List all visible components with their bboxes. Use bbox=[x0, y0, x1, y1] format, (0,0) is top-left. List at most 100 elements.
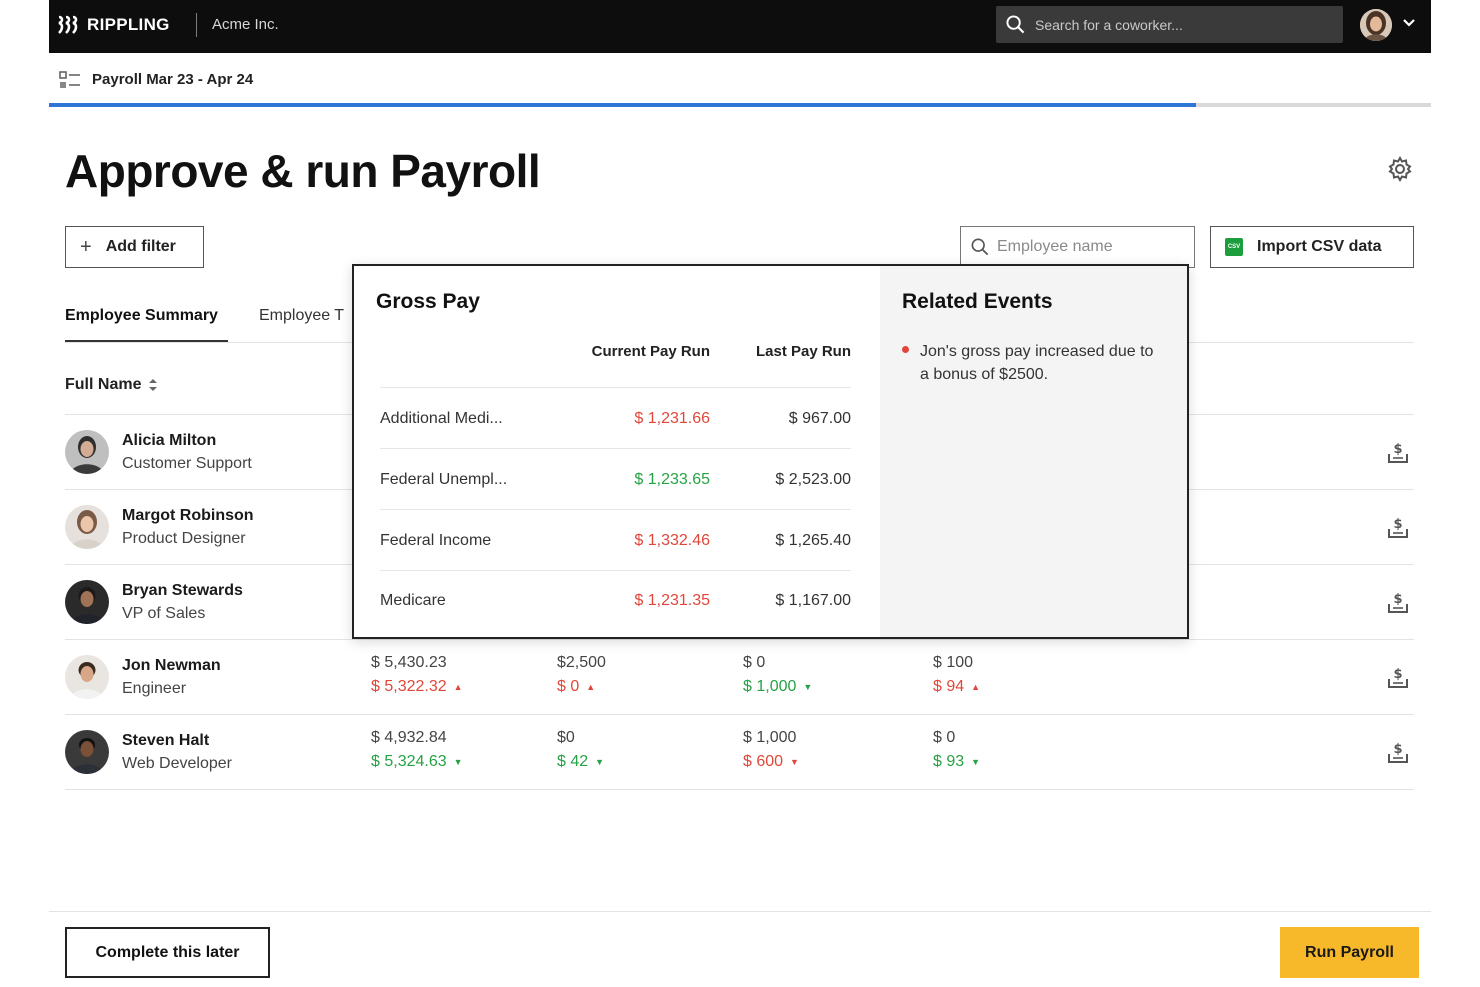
table-row[interactable]: Steven Halt Web Developer $ 4,932.84 $ 5… bbox=[65, 715, 1414, 790]
avatar bbox=[65, 580, 109, 624]
user-avatar[interactable] bbox=[1360, 9, 1392, 41]
current-amount: $ 600 bbox=[743, 753, 784, 770]
avatar bbox=[65, 730, 109, 774]
last-pay-value: $ 967.00 bbox=[788, 410, 851, 427]
current-pay-value: $ 1,233.65 bbox=[634, 471, 710, 488]
employee-name: Bryan Stewards bbox=[122, 582, 243, 599]
full-name-column-header[interactable]: Full Name bbox=[65, 376, 159, 394]
employee-role: Engineer bbox=[122, 680, 187, 697]
payout-icon[interactable]: $ bbox=[1387, 516, 1409, 540]
current-value: $ 5,322.32 ▲ bbox=[371, 678, 463, 696]
current-value: $ 93 ▼ bbox=[933, 753, 980, 771]
previous-value: $ 4,932.84 bbox=[371, 729, 447, 746]
employee-name: Jon Newman bbox=[122, 657, 221, 674]
previous-value: $ 100 bbox=[933, 654, 974, 671]
payout-icon[interactable]: $ bbox=[1387, 666, 1409, 690]
run-payroll-button[interactable]: Run Payroll bbox=[1280, 927, 1419, 978]
deduction-label: Federal Income bbox=[380, 532, 492, 549]
search-icon bbox=[971, 238, 989, 256]
employee-role: Product Designer bbox=[122, 530, 246, 547]
current-amount: $ 93 bbox=[933, 753, 965, 770]
coworker-search-placeholder: Search for a coworker... bbox=[1035, 16, 1183, 33]
search-icon bbox=[1006, 15, 1025, 34]
tab-employee-t[interactable]: Employee T bbox=[259, 307, 344, 325]
import-csv-button[interactable]: CSV Import CSV data bbox=[1210, 226, 1414, 268]
gross-pay-breakdown: Gross Pay Current Pay Run Last Pay Run A… bbox=[354, 266, 880, 637]
related-events-title: Related Events bbox=[902, 290, 1053, 313]
popover-title: Gross Pay bbox=[376, 290, 480, 313]
current-value: $ 1,000 ▼ bbox=[743, 678, 812, 696]
employee-role: Web Developer bbox=[122, 755, 232, 772]
add-filter-button[interactable]: + Add filter bbox=[65, 226, 204, 268]
current-amount: $ 42 bbox=[557, 753, 589, 770]
current-amount: $ 5,322.32 bbox=[371, 678, 447, 695]
decrease-arrow-icon: ▼ bbox=[453, 757, 463, 767]
decrease-arrow-icon: ▼ bbox=[803, 682, 813, 692]
gear-icon[interactable] bbox=[1387, 156, 1413, 182]
pay-cell: $2,500 $ 0 ▲ bbox=[557, 654, 606, 696]
payout-icon[interactable]: $ bbox=[1387, 591, 1409, 615]
page-title: Approve & run Payroll bbox=[65, 145, 541, 197]
deduction-label: Federal Unempl... bbox=[380, 471, 508, 488]
current-amount: $ 0 bbox=[557, 678, 580, 695]
previous-value: $2,500 bbox=[557, 654, 606, 671]
table-row[interactable]: Jon Newman Engineer $ 5,430.23 $ 5,322.3… bbox=[65, 640, 1414, 715]
current-pay-run-header: Current Pay Run bbox=[591, 343, 710, 360]
user-avatar-image bbox=[1360, 9, 1392, 41]
current-value: $ 42 ▼ bbox=[557, 753, 604, 771]
payroll-progress-bar bbox=[49, 103, 1431, 107]
chevron-down-icon[interactable] bbox=[1402, 18, 1416, 28]
rippling-logo-icon bbox=[58, 15, 78, 34]
current-amount: $ 94 bbox=[933, 678, 965, 695]
employee-role: Customer Support bbox=[122, 455, 252, 472]
increase-arrow-icon: ▲ bbox=[453, 682, 463, 692]
pay-cell: $ 0 $ 1,000 ▼ bbox=[743, 654, 812, 696]
popover-divider bbox=[380, 509, 851, 510]
current-value: $ 94 ▲ bbox=[933, 678, 980, 696]
tab-employee-summary[interactable]: Employee Summary bbox=[65, 307, 218, 325]
employee-search-input[interactable] bbox=[997, 238, 1177, 256]
topbar-divider bbox=[196, 13, 197, 37]
svg-text:$: $ bbox=[1393, 667, 1402, 682]
avatar bbox=[65, 655, 109, 699]
employee-name: Margot Robinson bbox=[122, 507, 254, 524]
decrease-arrow-icon: ▼ bbox=[971, 757, 981, 767]
plus-icon: + bbox=[80, 235, 92, 258]
complete-later-button[interactable]: Complete this later bbox=[65, 927, 270, 978]
brand-name: RIPPLING bbox=[87, 15, 170, 34]
popover-divider bbox=[380, 387, 851, 388]
current-value: $ 5,324.63 ▼ bbox=[371, 753, 463, 771]
gross-pay-popover: Gross Pay Current Pay Run Last Pay Run A… bbox=[352, 264, 1189, 639]
payout-icon[interactable]: $ bbox=[1387, 441, 1409, 465]
brand-logo[interactable]: RIPPLING bbox=[57, 14, 170, 36]
current-amount: $ 5,324.63 bbox=[371, 753, 447, 770]
pay-cell: $ 0 $ 93 ▼ bbox=[933, 729, 980, 771]
coworker-search[interactable]: Search for a coworker... bbox=[996, 6, 1343, 43]
svg-text:$: $ bbox=[1393, 517, 1402, 532]
payroll-progress-fill bbox=[49, 103, 1197, 107]
deduction-label: Medicare bbox=[380, 592, 446, 609]
pay-cell: $ 1,000 $ 600 ▼ bbox=[743, 729, 799, 771]
current-value: $ 0 ▲ bbox=[557, 678, 606, 696]
previous-value: $ 5,430.23 bbox=[371, 654, 447, 671]
company-name[interactable]: Acme Inc. bbox=[212, 16, 279, 33]
bullet-dot-icon bbox=[902, 346, 909, 353]
decrease-arrow-icon: ▼ bbox=[790, 757, 799, 767]
svg-text:$: $ bbox=[1393, 442, 1402, 457]
current-pay-value: $ 1,231.66 bbox=[634, 410, 710, 427]
full-name-header-label: Full Name bbox=[65, 376, 142, 393]
previous-value: $0 bbox=[557, 729, 575, 746]
top-navigation-bar: RIPPLING Acme Inc. Search for a coworker… bbox=[49, 0, 1431, 53]
svg-text:$: $ bbox=[1393, 592, 1402, 607]
last-pay-run-header: Last Pay Run bbox=[755, 343, 851, 360]
sort-icon[interactable] bbox=[147, 377, 159, 393]
pay-cell: $ 5,430.23 $ 5,322.32 ▲ bbox=[371, 654, 463, 696]
svg-text:$: $ bbox=[1393, 742, 1402, 757]
employee-name: Alicia Milton bbox=[122, 432, 217, 449]
payout-icon[interactable]: $ bbox=[1387, 741, 1409, 765]
employee-search[interactable] bbox=[960, 226, 1195, 268]
popover-divider bbox=[380, 448, 851, 449]
previous-value: $ 0 bbox=[933, 729, 956, 746]
pay-cell: $ 100 $ 94 ▲ bbox=[933, 654, 980, 696]
previous-value: $ 1,000 bbox=[743, 729, 797, 746]
